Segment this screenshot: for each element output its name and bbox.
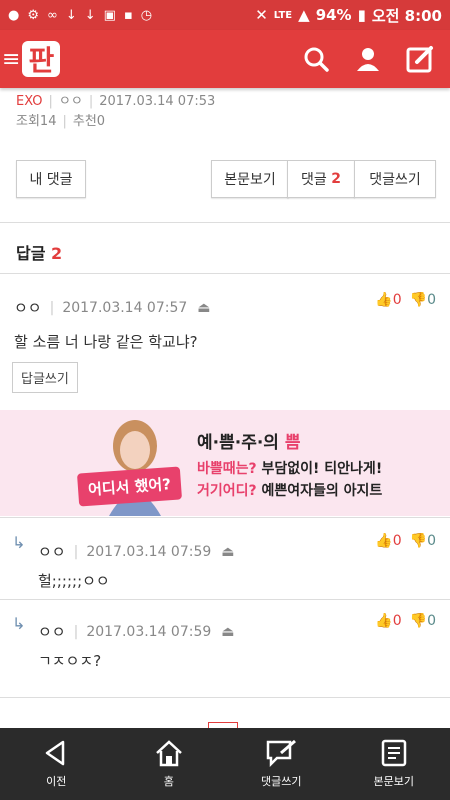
report-icon[interactable]: ⏏ [197, 300, 210, 316]
search-button[interactable] [300, 43, 332, 75]
status-bar: ● ⚙ ∞ ↓ ↓ ▣ ▪ ◷ ✕ LTE ▲ 94% ▮ 오전 8:00 [0, 0, 450, 30]
mute-icon: ✕ [255, 6, 268, 24]
report-icon[interactable]: ⏏ [221, 624, 234, 640]
notification-icons: ● ⚙ ∞ ↓ ↓ ▣ ▪ ◷ [0, 8, 152, 23]
nav-write-comment[interactable]: 댓글쓰기 [231, 739, 331, 789]
comment-meta: ㅇㅇ | 2017.03.14 07:59 ⏏ [38, 543, 235, 561]
comment-text: 할 소름 너 나랑 같은 학교냐? [14, 333, 198, 351]
post-author: ㅇㅇ [58, 94, 83, 109]
comment-meta: ㅇㅇ | 2017.03.14 07:59 ⏏ [38, 623, 235, 641]
post-recommends: 추천0 [72, 114, 106, 129]
my-comments-button[interactable]: 내 댓글 [16, 160, 86, 198]
reply-arrow-icon: ↳ [12, 533, 26, 552]
comment-meta: ㅇㅇ | 2017.03.14 07:57 ⏏ [14, 299, 211, 317]
battery-level: 94% [315, 6, 352, 24]
image-icon: ▣ [103, 7, 116, 23]
user-icon [357, 48, 379, 71]
post-meta: EXO | ㅇㅇ | 2017.03.14 07:53 조회14 | 추천0 [16, 94, 216, 129]
down-count: 0 [427, 292, 436, 308]
divider [0, 222, 450, 223]
thumbs-up-button[interactable]: 👍0 [375, 292, 401, 308]
alarm-icon: ◷ [140, 7, 153, 23]
download-icon-2: ↓ [84, 7, 96, 23]
divider [0, 273, 450, 274]
bottom-nav: 이전 홈 댓글쓰기 본문보기 [0, 728, 450, 800]
comments-label: 댓글 [301, 172, 327, 188]
comment-author: ㅇㅇ [38, 543, 66, 561]
back-icon [46, 740, 65, 766]
comment-text: 헐;;;;;;ㅇㅇ [38, 572, 110, 590]
app-logo[interactable]: 판 [22, 41, 61, 77]
replies-header: 답글 2 [16, 240, 62, 264]
app-notification-icon: ▪ [123, 7, 133, 23]
write-reply-button[interactable]: 답글쓰기 [12, 362, 78, 393]
comment-date: 2017.03.14 07:59 [86, 623, 212, 640]
write-comment-button[interactable]: 댓글쓰기 [354, 160, 436, 198]
comment-votes: 👍0 👎0 [375, 533, 436, 549]
glasses-icon: ∞ [47, 7, 58, 23]
down-count: 0 [427, 613, 436, 629]
replies-title: 답글 [16, 244, 46, 263]
up-count: 0 [392, 613, 402, 629]
thumbs-up-button[interactable]: 👍0 [375, 613, 401, 629]
comment-write-icon [267, 739, 297, 767]
view-post-button[interactable]: 본문보기 [211, 160, 289, 198]
nav-home-label: 홈 [163, 775, 174, 788]
edit-icon [406, 46, 433, 73]
comment-votes: 👍0 👎0 [375, 613, 436, 629]
comments-button[interactable]: 댓글 2 [287, 160, 355, 198]
nav-write-comment-label: 댓글쓰기 [261, 775, 302, 788]
thumbs-up-button[interactable]: 👍0 [375, 533, 401, 549]
reply-arrow-icon: ↳ [12, 614, 26, 633]
download-icon: ↓ [65, 7, 77, 23]
divider [0, 599, 450, 600]
network-label: LTE [273, 9, 293, 21]
post-views: 조회14 [16, 114, 57, 129]
nav-view-post[interactable]: 본문보기 [344, 739, 444, 789]
clock: 오전 8:00 [371, 6, 442, 25]
comment-toolbar: 내 댓글 본문보기 댓글 2 댓글쓰기 [16, 160, 436, 198]
ad-title: 예·쁨·주·의 쁨 [197, 433, 301, 453]
battery-icon: ▮ [357, 6, 366, 24]
write-button[interactable] [404, 43, 436, 75]
thumbs-down-button[interactable]: 👎0 [410, 613, 436, 629]
thumbs-down-button[interactable]: 👎0 [410, 533, 436, 549]
post-category[interactable]: EXO [16, 94, 43, 109]
nav-back-label: 이전 [46, 775, 67, 788]
comment-date: 2017.03.14 07:57 [62, 299, 188, 316]
post-date: 2017.03.14 07:53 [99, 94, 216, 109]
up-count: 0 [392, 533, 402, 549]
comment-date: 2017.03.14 07:59 [86, 543, 212, 560]
nav-back[interactable]: 이전 [6, 739, 106, 789]
document-icon [381, 739, 406, 767]
report-icon[interactable]: ⏏ [221, 544, 234, 560]
home-icon [155, 740, 182, 767]
signal-icon: ▲ [298, 6, 310, 24]
menu-icon[interactable]: ≡ [2, 47, 20, 72]
up-count: 0 [392, 292, 402, 308]
comment-votes: 👍0 👎0 [375, 292, 436, 308]
nav-home[interactable]: 홈 [119, 739, 219, 789]
ad-line-3: 거기어디? 예쁜여자들의 아지트 [197, 483, 383, 499]
nav-view-post-label: 본문보기 [373, 775, 414, 788]
profile-button[interactable] [352, 43, 384, 75]
ad-line-2: 바쁠때는? 부담없이! 티안나게! [197, 461, 383, 477]
logo-group[interactable]: ≡ 판 [0, 41, 61, 77]
comment-author: ㅇㅇ [38, 623, 66, 641]
comment-author: ㅇㅇ [14, 299, 42, 317]
divider [0, 517, 450, 518]
replies-count: 2 [51, 244, 63, 263]
search-icon [304, 47, 329, 72]
comments-count: 2 [331, 171, 341, 187]
divider [0, 697, 450, 698]
thumbs-down-button[interactable]: 👎0 [410, 292, 436, 308]
settings-icon: ⚙ [27, 7, 39, 23]
chat-icon: ● [8, 7, 20, 23]
down-count: 0 [427, 533, 436, 549]
comment-text: ㄱㅈㅇㅈ? [38, 652, 102, 670]
app-header: ≡ 판 [0, 30, 450, 88]
